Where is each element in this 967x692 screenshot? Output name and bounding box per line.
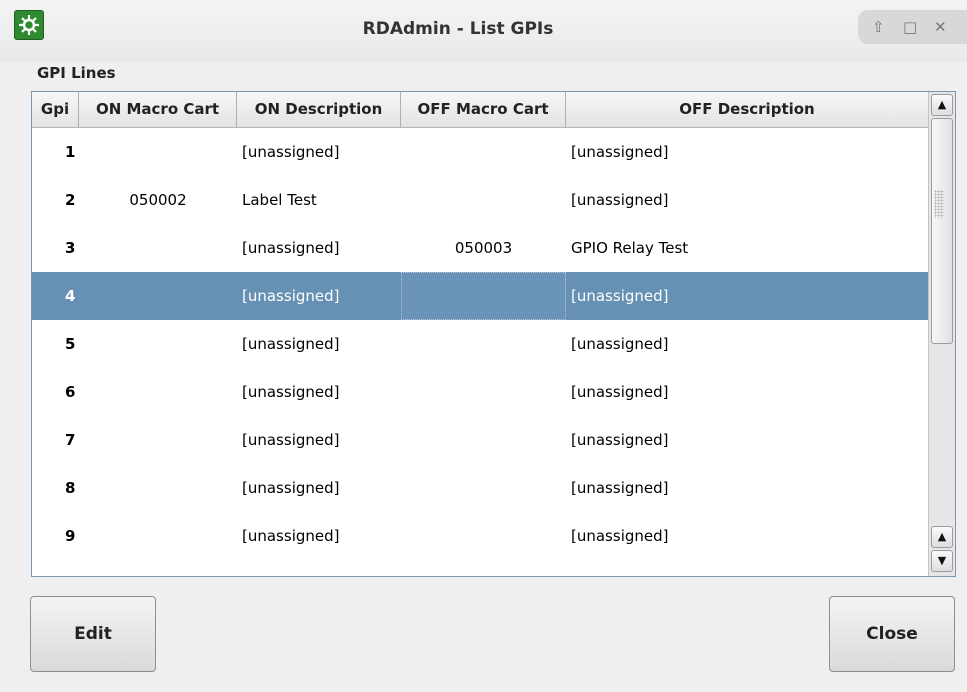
up-arrow-icon[interactable]: ⇧: [872, 18, 885, 36]
close-icon[interactable]: ✕: [934, 18, 947, 36]
gpi-cell: 2: [65, 191, 76, 209]
on-macro-cart-cell: [79, 416, 237, 464]
off-macro-cart-cell: [401, 128, 566, 176]
on-macro-cart-cell: [79, 368, 237, 416]
window-controls: ⇧ □ ✕: [858, 10, 967, 44]
table-row[interactable]: 1 [unassigned] [unassigned]: [32, 128, 929, 176]
off-description-cell: [unassigned]: [571, 431, 669, 449]
on-description-cell: [unassigned]: [242, 287, 340, 305]
gpi-table[interactable]: Gpi ON Macro Cart ON Description OFF Mac…: [31, 91, 956, 577]
off-macro-cart-cell: 050003: [454, 239, 513, 257]
column-header-on-macro-cart[interactable]: ON Macro Cart: [79, 92, 237, 127]
off-macro-cart-cell: [401, 368, 566, 416]
on-macro-cart-cell: [79, 464, 237, 512]
off-description-cell: [unassigned]: [571, 479, 669, 497]
off-description-cell: [unassigned]: [571, 335, 669, 353]
table-row[interactable]: 9 [unassigned] [unassigned]: [32, 512, 929, 560]
off-description-cell: [unassigned]: [571, 383, 669, 401]
window-title: RDAdmin - List GPIs: [362, 19, 554, 39]
table-row[interactable]: 3 [unassigned] 050003 GPIO Relay Test: [32, 224, 929, 272]
table-row-selected[interactable]: 4 [unassigned] [unassigned]: [32, 272, 929, 320]
on-description-cell: [unassigned]: [242, 383, 340, 401]
off-macro-cart-cell-focused[interactable]: [401, 272, 566, 320]
off-description-cell: [unassigned]: [571, 191, 669, 209]
on-description-cell: [unassigned]: [242, 239, 340, 257]
on-macro-cart-cell: [79, 512, 237, 560]
off-macro-cart-cell: [401, 320, 566, 368]
on-macro-cart-cell: [79, 128, 237, 176]
on-description-cell: [unassigned]: [242, 479, 340, 497]
column-header-off-macro-cart[interactable]: OFF Macro Cart: [401, 92, 566, 127]
gpi-cell: 8: [65, 479, 76, 497]
off-macro-cart-cell: [401, 512, 566, 560]
on-macro-cart-cell: [79, 224, 237, 272]
scroll-up-button[interactable]: ▲: [931, 94, 953, 116]
column-header-on-description[interactable]: ON Description: [237, 92, 401, 127]
off-description-cell: [unassigned]: [571, 287, 669, 305]
table-row[interactable]: 8 [unassigned] [unassigned]: [32, 464, 929, 512]
on-macro-cart-cell: [79, 272, 237, 320]
gpi-cell: 7: [65, 431, 76, 449]
gpi-cell: 3: [65, 239, 76, 257]
table-row[interactable]: 7 [unassigned] [unassigned]: [32, 416, 929, 464]
scrollbar-thumb[interactable]: [931, 118, 953, 344]
off-macro-cart-cell: [401, 464, 566, 512]
scroll-up-button-bottom[interactable]: ▲: [931, 526, 953, 548]
on-macro-cart-cell: 050002: [129, 191, 187, 209]
title-bar[interactable]: RDAdmin - List GPIs ⇧ □ ✕: [0, 0, 967, 62]
on-description-cell: Label Test: [242, 191, 317, 209]
edit-button[interactable]: Edit: [30, 596, 156, 672]
gpi-cell: 9: [65, 527, 76, 545]
on-description-cell: [unassigned]: [242, 431, 340, 449]
off-macro-cart-cell: [401, 416, 566, 464]
on-description-cell: [unassigned]: [242, 335, 340, 353]
table-row[interactable]: 6 [unassigned] [unassigned]: [32, 368, 929, 416]
maximize-icon[interactable]: □: [903, 18, 917, 36]
on-macro-cart-cell: [79, 320, 237, 368]
gpi-cell: 5: [65, 335, 76, 353]
on-description-cell: [unassigned]: [242, 527, 340, 545]
column-header-gpi[interactable]: Gpi: [32, 92, 79, 127]
off-macro-cart-cell: [401, 176, 566, 224]
close-button[interactable]: Close: [829, 596, 955, 672]
table-header: Gpi ON Macro Cart ON Description OFF Mac…: [32, 92, 929, 128]
gpi-cell: 4: [65, 287, 76, 305]
off-description-cell: GPIO Relay Test: [571, 239, 689, 257]
gpi-lines-label: GPI Lines: [37, 64, 116, 82]
table-row[interactable]: 5 [unassigned] [unassigned]: [32, 320, 929, 368]
off-description-cell: [unassigned]: [571, 527, 669, 545]
vertical-scrollbar[interactable]: ▲ ▲ ▼: [928, 92, 955, 576]
column-header-off-description[interactable]: OFF Description: [566, 92, 929, 127]
off-description-cell: [unassigned]: [571, 143, 669, 161]
gpi-cell: 1: [65, 143, 76, 161]
scroll-down-button[interactable]: ▼: [931, 550, 953, 572]
scrollbar-grip: [934, 190, 944, 218]
table-row[interactable]: 2 050002 Label Test [unassigned]: [32, 176, 929, 224]
gpi-cell: 6: [65, 383, 76, 401]
on-description-cell: [unassigned]: [242, 143, 340, 161]
